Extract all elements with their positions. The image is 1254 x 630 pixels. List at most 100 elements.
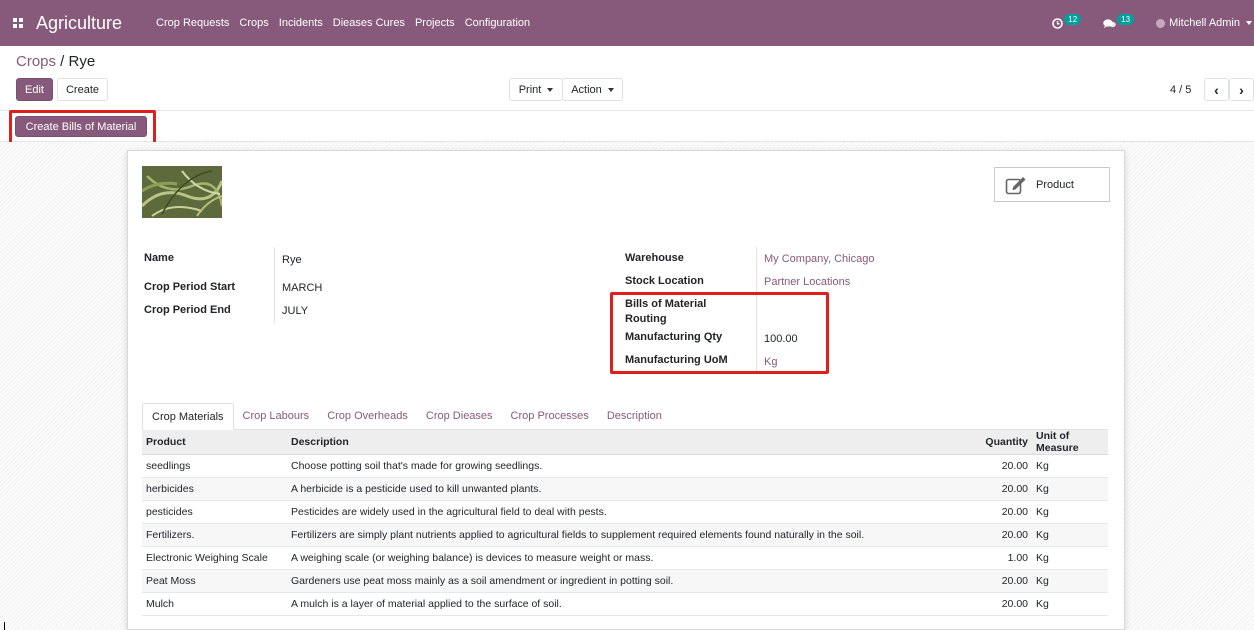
text-cursor <box>4 622 5 630</box>
cell-product: Fertilizers. <box>142 523 287 547</box>
warehouse-value[interactable]: My Company, Chicago <box>764 253 874 265</box>
cell-uom: Kg <box>1032 477 1108 501</box>
annotation-highlight-box <box>610 292 829 374</box>
clock-icon <box>1052 17 1064 29</box>
table-row[interactable]: Electronic Weighing Scale A weighing sca… <box>142 546 1108 570</box>
cell-product: pesticides <box>142 500 287 524</box>
main-menu: Crop Requests Crops Incidents Dieases Cu… <box>156 17 530 29</box>
table-header-row: Product Description Quantity Unit of Mea… <box>142 430 1108 455</box>
menu-dieases-cures[interactable]: Dieases Cures <box>333 17 405 29</box>
activity-menu[interactable]: 12 <box>1052 13 1082 29</box>
breadcrumb-separator: / <box>56 53 69 70</box>
breadcrumb-parent[interactable]: Crops <box>16 53 56 70</box>
tab-description[interactable]: Description <box>598 402 671 429</box>
cell-uom: Kg <box>1032 523 1108 547</box>
caret-down-icon <box>607 87 614 92</box>
table-row[interactable]: seedlings Choose potting soil that's mad… <box>142 454 1108 478</box>
pager-value[interactable]: 4 / 5 <box>1170 84 1191 96</box>
apps-grid-icon <box>13 18 23 28</box>
cell-description: Gardeners use peat moss mainly as a soil… <box>287 569 961 593</box>
app-menu-toggle[interactable] <box>0 0 36 46</box>
cell-uom: Kg <box>1032 454 1108 478</box>
cell-uom: Kg <box>1032 546 1108 570</box>
table-row[interactable]: Mulch A mulch is a layer of material app… <box>142 592 1108 616</box>
field-divider <box>274 247 275 323</box>
cell-product: herbicides <box>142 477 287 501</box>
menu-configuration[interactable]: Configuration <box>465 17 530 29</box>
rye-plant-image <box>142 166 222 218</box>
crop-period-start-value: MARCH <box>282 282 323 294</box>
tab-crop-materials[interactable]: Crop Materials <box>142 403 234 430</box>
menu-incidents[interactable]: Incidents <box>279 17 323 29</box>
tab-crop-processes[interactable]: Crop Processes <box>502 402 598 429</box>
cell-description: Pesticides are widely used in the agricu… <box>287 500 961 524</box>
action-label: Action <box>571 83 602 96</box>
cell-product: Peat Moss <box>142 569 287 593</box>
pager-previous-button[interactable]: ‹ <box>1204 78 1229 101</box>
stock-location-label: Stock Location <box>625 275 704 287</box>
messaging-menu[interactable]: 13 <box>1103 13 1135 29</box>
cell-product: Mulch <box>142 592 287 616</box>
menu-crops[interactable]: Crops <box>239 17 268 29</box>
table-row[interactable]: pesticides Pesticides are widely used in… <box>142 500 1108 524</box>
crop-image[interactable] <box>142 166 222 218</box>
name-label: Name <box>144 252 174 264</box>
app-brand[interactable]: Agriculture <box>36 13 122 34</box>
cell-product: Electronic Weighing Scale <box>142 546 287 570</box>
table-row[interactable]: herbicides A herbicide is a pesticide us… <box>142 477 1108 501</box>
annotation-highlight-box <box>9 110 156 146</box>
print-label: Print <box>518 83 542 96</box>
tab-crop-overheads[interactable]: Crop Overheads <box>318 402 417 429</box>
product-smart-button[interactable]: Product <box>994 167 1110 202</box>
action-dropdown[interactable]: Action <box>562 78 623 101</box>
user-menu[interactable]: Mitchell Admin <box>1156 17 1254 29</box>
cell-quantity: 20.00 <box>961 592 1032 616</box>
cell-description: Choose potting soil that's made for grow… <box>287 454 961 478</box>
cell-quantity: 1.00 <box>961 546 1032 570</box>
pager-next-button[interactable]: › <box>1229 78 1254 101</box>
breadcrumb: Crops / Rye <box>16 53 95 70</box>
message-count-badge: 13 <box>1117 13 1135 25</box>
product-button-label: Product <box>1036 178 1074 191</box>
cell-quantity: 20.00 <box>961 454 1032 478</box>
menu-projects[interactable]: Projects <box>415 17 455 29</box>
crop-period-end-value: JULY <box>282 305 309 317</box>
column-header-uom[interactable]: Unit of Measure <box>1032 430 1108 455</box>
cell-product: seedlings <box>142 454 287 478</box>
cell-description: Fertilizers are simply plant nutrients a… <box>287 523 961 547</box>
crop-materials-table: Product Description Quantity Unit of Mea… <box>142 430 1108 616</box>
caret-down-icon <box>1246 21 1252 25</box>
stock-location-value[interactable]: Partner Locations <box>764 276 850 288</box>
caret-down-icon <box>547 87 554 92</box>
column-header-quantity[interactable]: Quantity <box>961 430 1032 455</box>
edit-icon <box>1005 176 1026 194</box>
cell-uom: Kg <box>1032 569 1108 593</box>
cell-uom: Kg <box>1032 592 1108 616</box>
menu-crop-requests[interactable]: Crop Requests <box>156 17 229 29</box>
systray: 12 13 Mitchell Admin <box>1052 0 1254 46</box>
column-header-description[interactable]: Description <box>287 430 961 455</box>
cell-quantity: 20.00 <box>961 523 1032 547</box>
create-button[interactable]: Create <box>57 78 108 101</box>
table-row[interactable]: Peat Moss Gardeners use peat moss mainly… <box>142 569 1108 593</box>
edit-button[interactable]: Edit <box>16 78 53 101</box>
chevron-right-icon: › <box>1239 81 1244 98</box>
user-name: Mitchell Admin <box>1169 17 1240 29</box>
cell-quantity: 20.00 <box>961 500 1032 524</box>
print-dropdown[interactable]: Print <box>509 78 563 101</box>
cell-description: A herbicide is a pesticide used to kill … <box>287 477 961 501</box>
crop-period-end-label: Crop Period End <box>144 304 231 316</box>
column-header-product[interactable]: Product <box>142 430 287 455</box>
chat-bubbles-icon <box>1103 18 1116 28</box>
crop-period-start-label: Crop Period Start <box>144 281 236 293</box>
avatar <box>1156 18 1166 28</box>
tab-crop-dieases[interactable]: Crop Dieases <box>417 402 502 429</box>
cell-quantity: 20.00 <box>961 477 1032 501</box>
activity-count-badge: 12 <box>1064 13 1082 25</box>
warehouse-label: Warehouse <box>625 252 684 264</box>
breadcrumb-current: Rye <box>68 53 96 70</box>
notebook-tabs: Crop Materials Crop Labours Crop Overhea… <box>142 403 1108 430</box>
table-row[interactable]: Fertilizers. Fertilizers are simply plan… <box>142 523 1108 547</box>
tab-crop-labours[interactable]: Crop Labours <box>234 402 319 429</box>
cell-description: A weighing scale (or weighing balance) i… <box>287 546 961 570</box>
